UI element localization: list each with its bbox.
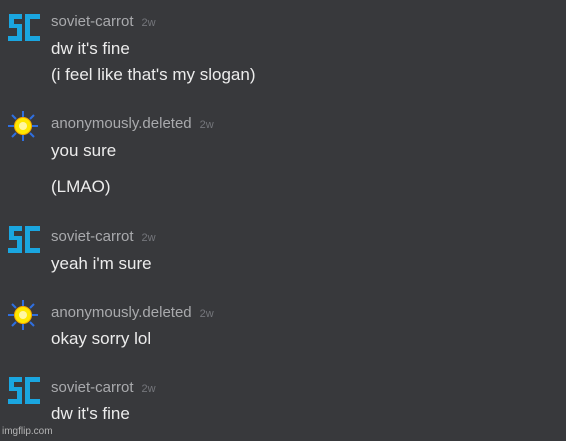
message-text: okay sorry lol (51, 329, 152, 348)
username[interactable]: anonymously.deleted (51, 304, 192, 321)
avatar[interactable] (5, 372, 41, 408)
sun-icon (8, 300, 38, 330)
sc-logo-icon (8, 226, 40, 253)
sc-logo-icon (8, 14, 40, 41)
timestamp: 2w (199, 308, 214, 320)
timestamp: 2w (141, 383, 156, 395)
watermark: imgflip.com (2, 426, 53, 437)
username[interactable]: soviet-carrot (51, 13, 134, 30)
message-text: you sure (51, 141, 117, 160)
username[interactable]: soviet-carrot (51, 228, 134, 245)
message-text: (LMAO) (51, 177, 111, 196)
message-text: yeah i'm sure (51, 254, 152, 273)
avatar[interactable] (5, 297, 41, 333)
timestamp: 2w (141, 232, 156, 244)
timestamp: 2w (141, 17, 156, 29)
message-text: (i feel like that's my slogan) (51, 65, 256, 84)
sun-icon (8, 111, 38, 141)
avatar[interactable] (5, 221, 41, 257)
sc-logo-icon (8, 377, 40, 404)
avatar[interactable] (5, 9, 41, 45)
timestamp: 2w (199, 119, 214, 131)
username[interactable]: anonymously.deleted (51, 115, 192, 132)
message-text: dw it's fine (51, 39, 130, 58)
message-text: dw it's fine (51, 404, 130, 423)
username[interactable]: soviet-carrot (51, 379, 134, 396)
avatar[interactable] (5, 108, 41, 144)
